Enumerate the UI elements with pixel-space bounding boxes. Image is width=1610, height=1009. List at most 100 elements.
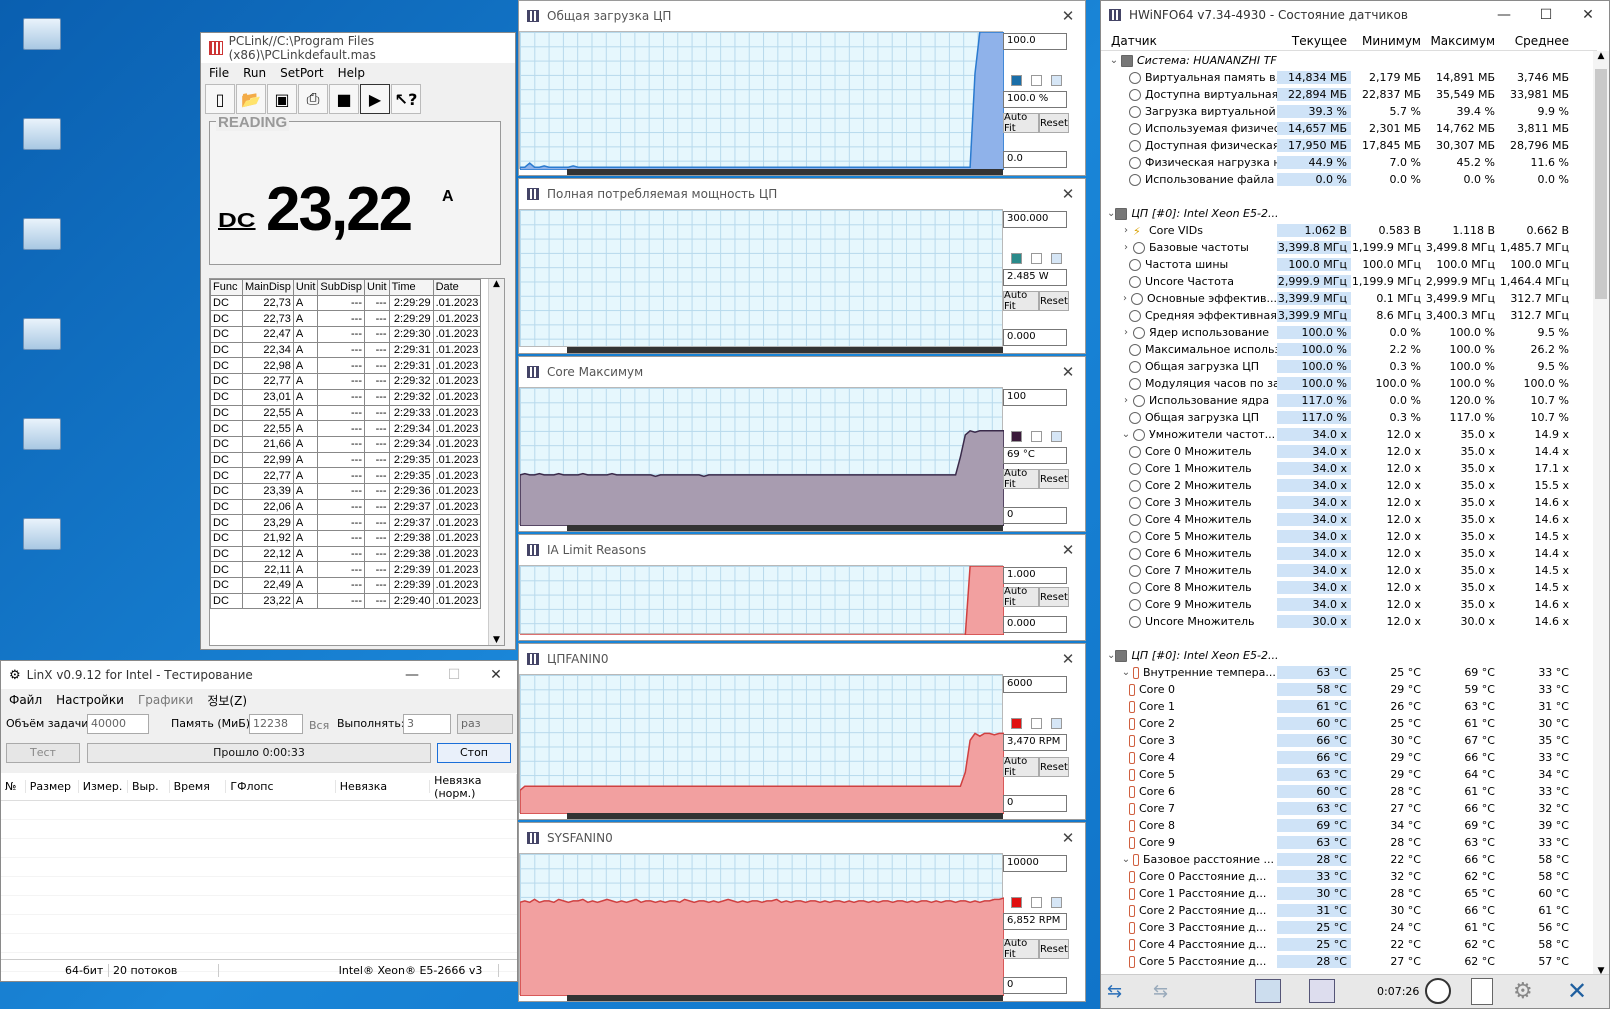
- table-row[interactable]: DC 22,55 A --- --- 2:29:34.01.2023: [210, 420, 482, 437]
- expand-toggle-icon[interactable]: ›: [1119, 242, 1133, 253]
- autofit-button[interactable]: Auto Fit: [1003, 290, 1039, 312]
- settings-gear-icon[interactable]: ⚙: [1513, 979, 1533, 1004]
- sensor-row[interactable]: Core 9 Множитель 34.0 x 12.0 x 35.0 x 14.6 x: [1101, 596, 1591, 613]
- desktop-icon[interactable]: [14, 418, 70, 488]
- sensor-row[interactable]: Core 8 69 °C 34 °C 69 °C 39 °C: [1101, 817, 1591, 834]
- graph-min-field[interactable]: 0: [1003, 977, 1067, 994]
- table-scrollbar[interactable]: ▲ ▼: [488, 279, 504, 645]
- graph-option-checkbox[interactable]: [1051, 75, 1062, 86]
- sensor-row[interactable]: Core 1 61 °C 26 °C 63 °C 31 °C: [1101, 698, 1591, 715]
- sensor-row[interactable]: Core 3 Расстояние д... 25 °C 24 °C 61 °C 56 …: [1101, 919, 1591, 936]
- reset-button[interactable]: Reset: [1039, 113, 1069, 133]
- table-row[interactable]: DC 23,22 A --- --- 2:29:40.01.2023: [210, 592, 482, 610]
- sensor-row[interactable]: › Использование ядра 117.0 % 0.0 % 120.0 % 10…: [1101, 392, 1591, 409]
- graph-option-checkbox[interactable]: [1051, 718, 1062, 729]
- menu-item[interactable]: Run: [243, 66, 266, 80]
- graph-titlebar[interactable]: Общая загрузка ЦП ✕: [519, 1, 1085, 31]
- graph-max-field[interactable]: 100.0: [1003, 33, 1067, 50]
- graph-min-field[interactable]: 0.000: [1003, 616, 1067, 633]
- graph-titlebar[interactable]: ЦПFANIN0 ✕: [519, 644, 1085, 674]
- table-row[interactable]: DC 22,99 A --- --- 2:29:35.01.2023: [210, 451, 482, 469]
- sensor-row[interactable]: ⌄ Базовое расстояние ... 28 °C 22 °C 66 °C 58…: [1101, 851, 1591, 868]
- table-row[interactable]: DC 22,77 A --- --- 2:29:35.01.2023: [210, 467, 482, 484]
- close-x-icon[interactable]: ✕: [1567, 977, 1587, 1005]
- sensor-row[interactable]: Core 2 Множитель 34.0 x 12.0 x 35.0 x 15.5 x: [1101, 477, 1591, 494]
- reading-log-table-container[interactable]: Func MainDisp Unit SubDisp Unit Time Date DC 22,…: [209, 278, 505, 646]
- graph-timeline-strip[interactable]: [567, 525, 1003, 531]
- sensor-row[interactable]: Общая загрузка ЦП 117.0 % 0.3 % 117.0 % 10.7…: [1101, 409, 1591, 426]
- graph-color-indicator[interactable]: [1011, 75, 1022, 86]
- new-file-icon[interactable]: ▯: [205, 84, 235, 114]
- autofit-button[interactable]: Auto Fit: [1003, 938, 1039, 960]
- clock-icon[interactable]: [1425, 978, 1451, 1004]
- run-unit-select[interactable]: раз: [457, 714, 513, 734]
- graph-titlebar[interactable]: Полная потребляемая мощность ЦП ✕: [519, 179, 1085, 209]
- sensor-row[interactable]: Core 1 Расстояние д... 30 °C 28 °C 65 °C 60 …: [1101, 885, 1591, 902]
- graph-timeline-strip[interactable]: [567, 995, 1003, 1001]
- expand-toggle-icon[interactable]: ⌄: [1119, 854, 1133, 865]
- graph-min-field[interactable]: 0.0: [1003, 151, 1067, 168]
- menu-item[interactable]: Help: [338, 66, 365, 80]
- play-icon[interactable]: ▶: [360, 84, 390, 114]
- minimize-icon[interactable]: —: [1483, 1, 1525, 29]
- close-icon[interactable]: ✕: [1051, 185, 1085, 203]
- scroll-thumb[interactable]: [1595, 69, 1607, 299]
- hwinfo-titlebar[interactable]: HWiNFO64 v7.34-4930 - Состояние датчиков…: [1101, 1, 1609, 29]
- results-table-body[interactable]: [1, 801, 517, 981]
- sensor-row[interactable]: Используемая физичес... 14,657 МБ 2,301 МБ…: [1101, 120, 1591, 137]
- graph-max-field[interactable]: 10000: [1003, 855, 1067, 872]
- desktop-icon[interactable]: [14, 18, 70, 88]
- column-header[interactable]: Среднее: [1499, 34, 1573, 48]
- autofit-button[interactable]: Auto Fit: [1003, 756, 1039, 778]
- sensor-row[interactable]: Core 2 Расстояние д... 31 °C 30 °C 66 °C 61 …: [1101, 902, 1591, 919]
- sensor-row[interactable]: Core 1 Множитель 34.0 x 12.0 x 35.0 x 17.1 x: [1101, 460, 1591, 477]
- sensor-row[interactable]: Core 5 63 °C 29 °C 64 °C 34 °C: [1101, 766, 1591, 783]
- report-icon[interactable]: [1471, 978, 1493, 1005]
- graph-max-field[interactable]: 1.000: [1003, 567, 1067, 584]
- table-row[interactable]: DC 21,66 A --- --- 2:29:34.01.2023: [210, 435, 482, 453]
- menu-item[interactable]: Файл: [9, 693, 42, 707]
- open-folder-icon[interactable]: 📂: [236, 84, 266, 114]
- sensor-row[interactable]: Core 6 Множитель 34.0 x 12.0 x 35.0 x 14.4 x: [1101, 545, 1591, 562]
- sensor-row[interactable]: Core 3 Множитель 34.0 x 12.0 x 35.0 x 14.6 x: [1101, 494, 1591, 511]
- graph-min-field[interactable]: 0: [1003, 507, 1067, 524]
- graph-max-field[interactable]: 100: [1003, 389, 1067, 406]
- column-header[interactable]: Невязка (норм.): [430, 773, 517, 800]
- scroll-up-icon[interactable]: ▲: [1593, 51, 1609, 61]
- run-count-input[interactable]: 3: [403, 714, 451, 734]
- column-header[interactable]: Unit: [292, 279, 319, 296]
- expand-toggle-icon[interactable]: ›: [1119, 395, 1133, 406]
- table-row[interactable]: DC 22,55 A --- --- 2:29:33.01.2023: [210, 404, 482, 422]
- expand-toggle-icon[interactable]: ⌄: [1107, 55, 1121, 66]
- sensor-group-row[interactable]: ⌄ Система: HUANANZHI TF: [1101, 52, 1591, 69]
- sensor-row[interactable]: Модуляция часов по за... 100.0 % 100.0 % 10…: [1101, 375, 1591, 392]
- monitor-icon[interactable]: [1255, 979, 1281, 1003]
- column-header[interactable]: Невязка: [336, 780, 431, 793]
- table-row[interactable]: DC 22,98 A --- --- 2:29:31.01.2023: [210, 357, 482, 375]
- column-header[interactable]: Unit: [364, 279, 390, 296]
- sensor-row[interactable]: Core 4 Расстояние д... 25 °C 22 °C 62 °C 58 …: [1101, 936, 1591, 953]
- sensor-row[interactable]: Core 0 58 °C 29 °C 59 °C 33 °C: [1101, 681, 1591, 698]
- column-header[interactable]: Максимум: [1425, 34, 1499, 48]
- table-row[interactable]: DC 22,12 A --- --- 2:29:38.01.2023: [210, 545, 482, 563]
- autofit-button[interactable]: Auto Fit: [1003, 112, 1039, 134]
- graph-timeline-strip[interactable]: [567, 169, 1003, 175]
- column-header[interactable]: Время: [170, 780, 227, 793]
- sensor-group-row[interactable]: ⌄ ЦП [#0]: Intel Xeon E5-2...: [1101, 205, 1591, 222]
- graph-color-indicator[interactable]: [1011, 431, 1022, 442]
- stop-button[interactable]: Стоп: [437, 743, 511, 763]
- menu-item[interactable]: Настройки: [56, 693, 124, 707]
- sensor-row[interactable]: Core 4 Множитель 34.0 x 12.0 x 35.0 x 14.6 x: [1101, 511, 1591, 528]
- sensor-row[interactable]: ⌄ Внутренние темпера... 63 °C 25 °C 69 °C 33 …: [1101, 664, 1591, 681]
- graph-max-field[interactable]: 300.000: [1003, 211, 1067, 228]
- reset-button[interactable]: Reset: [1039, 587, 1069, 607]
- table-row[interactable]: DC 22,06 A --- --- 2:29:37.01.2023: [210, 498, 482, 516]
- expand-toggle-icon[interactable]: ⌄: [1107, 650, 1115, 661]
- graph-option-checkbox[interactable]: [1051, 431, 1062, 442]
- graph-timeline-strip[interactable]: [567, 813, 1003, 819]
- table-row[interactable]: DC 22,73 A --- --- 2:29:29.01.2023: [210, 294, 482, 312]
- table-row[interactable]: DC 22,34 A --- --- 2:29:31.01.2023: [210, 341, 482, 359]
- menu-item[interactable]: Графики: [138, 693, 193, 707]
- graph-titlebar[interactable]: SYSFANIN0 ✕: [519, 823, 1085, 853]
- sensor-row[interactable]: Core 6 60 °C 28 °C 61 °C 33 °C: [1101, 783, 1591, 800]
